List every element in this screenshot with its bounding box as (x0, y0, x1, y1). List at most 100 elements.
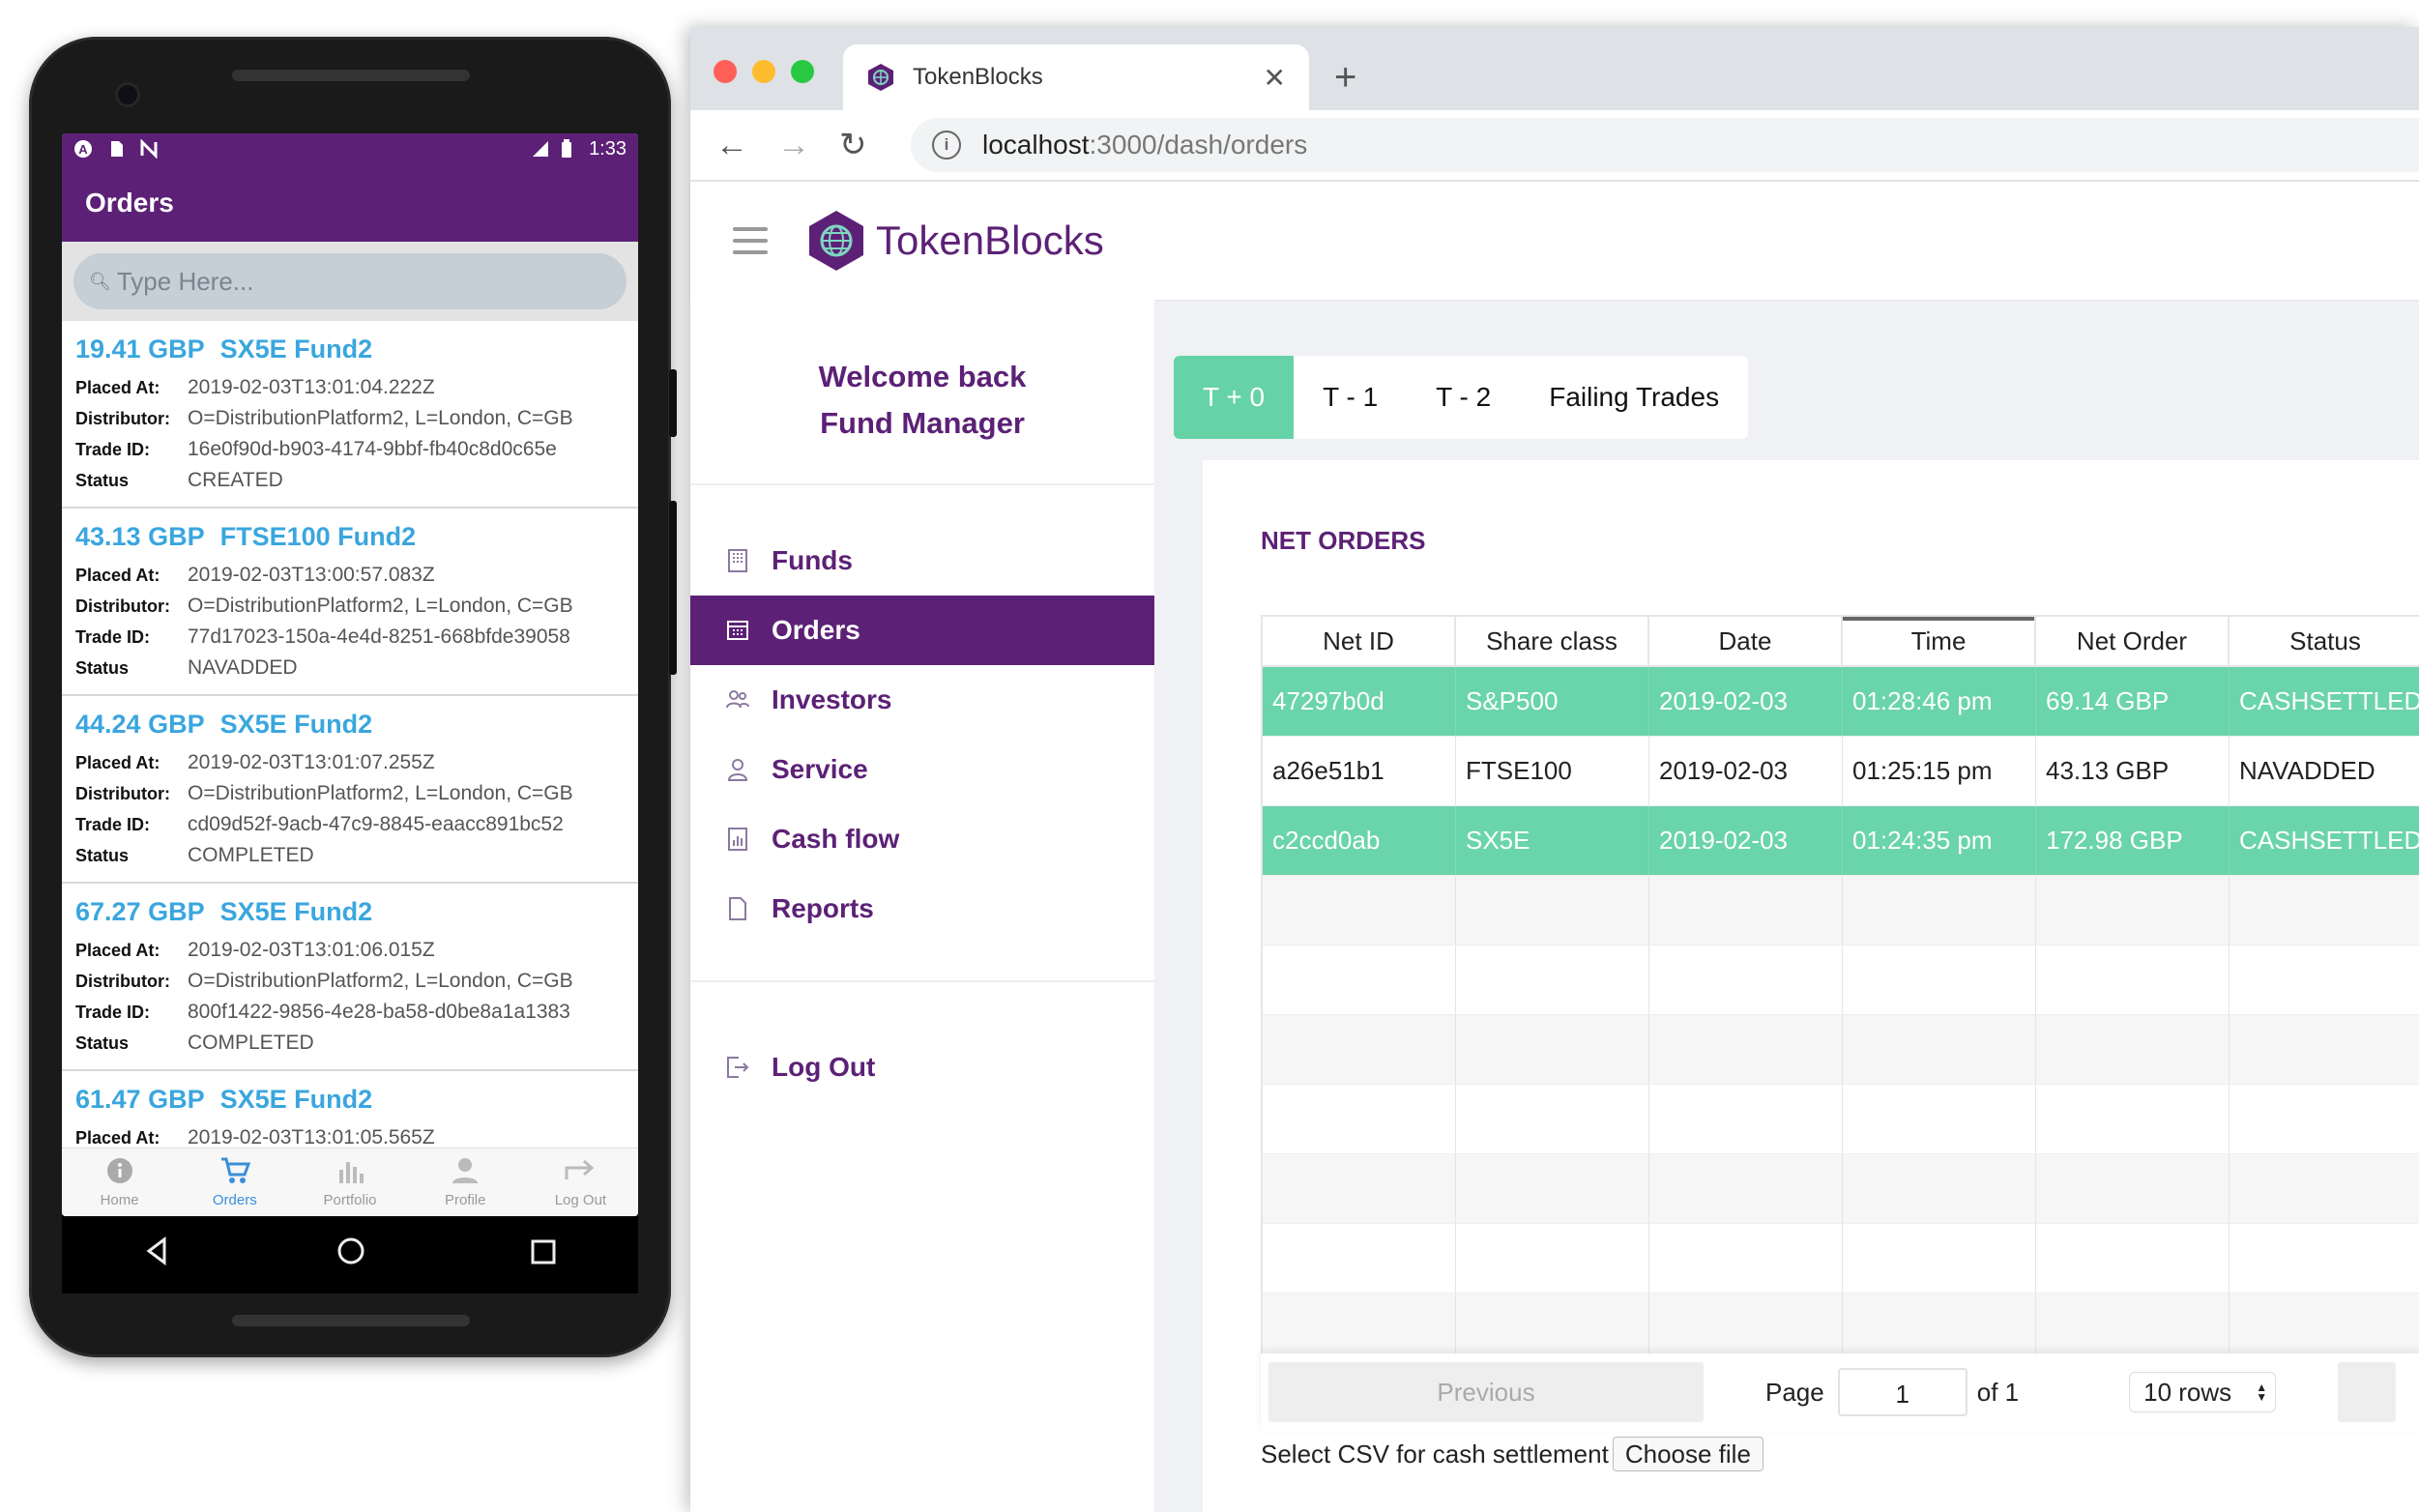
empty-cell (1843, 876, 2036, 945)
order-card[interactable]: 43.13 GBP FTSE100 Fund2 Placed At: 2019-02… (62, 509, 638, 696)
next-button[interactable] (2338, 1362, 2397, 1422)
tokenblocks-favicon-icon (866, 63, 895, 92)
bar-chart-icon (335, 1156, 364, 1192)
trade-id-value: 77d17023-150a-4e4d-8251-668bfde39058 (188, 625, 570, 648)
placed-at-value: 2019-02-03T13:01:04.222Z (188, 376, 435, 398)
table-row[interactable]: a26e51b1 FTSE100 2019-02-03 01:25:15 pm … (1263, 737, 2419, 806)
tab-failing-trades[interactable]: Failing Trades (1520, 356, 1748, 439)
sidebar-item-label: Investors (772, 684, 892, 714)
empty-cell (2036, 1294, 2230, 1362)
battery-icon (560, 139, 579, 159)
table-row[interactable]: c2ccd0ab SX5E 2019-02-03 01:24:35 pm 172… (1263, 806, 2419, 876)
site-info-icon[interactable]: i (932, 131, 961, 160)
tab-portfolio[interactable]: Portfolio (292, 1149, 407, 1216)
column-header-status[interactable]: Status (2230, 617, 2419, 665)
cell-status: NAVADDED (2230, 737, 2419, 805)
empty-table-row (1263, 1224, 2419, 1294)
close-tab-icon[interactable]: ✕ (1264, 62, 1286, 94)
sidebar-item-orders[interactable]: Orders (690, 596, 1154, 665)
main-content: T + 0 T - 1 T - 2 Failing Trades NET ORD… (1154, 300, 2419, 1512)
recents-square-icon[interactable] (530, 1236, 557, 1274)
order-fund: SX5E Fund2 (219, 897, 373, 926)
empty-cell (1456, 1154, 1649, 1223)
sidebar-item-logout[interactable]: Log Out (690, 1032, 1154, 1102)
sidebar-item-label: Funds (772, 545, 853, 575)
logout-label: Log Out (772, 1052, 876, 1082)
tab-t0[interactable]: T + 0 (1174, 356, 1295, 439)
cell-time: 01:24:35 pm (1843, 806, 2036, 875)
tab-t1[interactable]: T - 1 (1294, 356, 1407, 439)
cell-share-class: S&P500 (1456, 667, 1649, 736)
previous-button[interactable]: Previous (1268, 1362, 1704, 1422)
maximize-window-button[interactable] (791, 60, 814, 83)
order-card[interactable]: 19.41 GBP SX5E Fund2 Placed At: 2019-02-03… (62, 321, 638, 509)
column-header-time[interactable]: Time (1843, 617, 2036, 665)
welcome-line: Welcome back (818, 360, 1027, 393)
minimize-window-button[interactable] (752, 60, 775, 83)
placed-at-label: Placed At: (75, 378, 160, 397)
empty-cell (1649, 1015, 1843, 1084)
column-header-share-class[interactable]: Share class (1456, 617, 1649, 665)
tab-t2[interactable]: T - 2 (1407, 356, 1520, 439)
search-container: 🔍︎ Type Here... (62, 242, 638, 321)
trade-id-value: 800f1422-9856-4e28-ba58-d0be8a1a1383 (188, 1001, 570, 1023)
trade-id-value: cd09d52f-9acb-47c9-8845-eaacc891bc52 (188, 813, 564, 835)
column-header-date[interactable]: Date (1649, 617, 1843, 665)
empty-cell (1456, 945, 1649, 1014)
brand[interactable]: TokenBlocks (806, 209, 1104, 273)
new-tab-plus-icon[interactable]: + (1334, 56, 1356, 100)
column-header-net-id[interactable]: Net ID (1263, 617, 1456, 665)
trade-id-label: Trade ID: (75, 440, 151, 459)
order-amount: 61.47 GBP (75, 1085, 205, 1114)
hamburger-menu-icon[interactable] (733, 227, 768, 254)
empty-cell (1263, 1085, 1456, 1153)
cell-date: 2019-02-03 (1649, 806, 1843, 875)
column-header-net-order[interactable]: Net Order (2036, 617, 2230, 665)
tab-profile[interactable]: Profile (408, 1149, 523, 1216)
sidebar-item-service[interactable]: Service (690, 735, 1154, 804)
order-card[interactable]: 44.24 GBP SX5E Fund2 Placed At: 2019-02-03… (62, 696, 638, 884)
home-circle-icon[interactable] (335, 1236, 366, 1275)
rows-per-page-select[interactable]: 10 rows ▲ ▼ (2129, 1372, 2277, 1412)
empty-cell (2036, 1154, 2230, 1223)
empty-cell (2036, 1085, 2230, 1153)
window-controls (714, 60, 814, 83)
reload-icon[interactable]: ↻ (839, 126, 901, 164)
empty-cell (1843, 1015, 2036, 1084)
empty-cell (2036, 945, 2230, 1014)
page-number-input[interactable]: 1 (1837, 1368, 1967, 1416)
order-card[interactable]: 61.47 GBP SX5E Fund2 Placed At: 2019-02-03… (62, 1071, 638, 1149)
table-row[interactable]: 47297b0d S&P500 2019-02-03 01:28:46 pm 6… (1263, 667, 2419, 737)
forward-arrow-icon[interactable]: → (777, 127, 839, 164)
back-arrow-icon[interactable]: ← (715, 127, 777, 164)
cell-time: 01:28:46 pm (1843, 667, 2036, 736)
page-total: of 1 (1976, 1377, 2020, 1407)
empty-cell (1456, 876, 1649, 945)
search-input[interactable]: 🔍︎ Type Here... (73, 253, 627, 309)
tab-orders[interactable]: Orders (177, 1149, 292, 1216)
empty-table-row (1263, 1015, 2419, 1085)
distributor-label: Distributor: (75, 596, 170, 616)
url-host: localhost (982, 130, 1090, 160)
empty-cell (1649, 1085, 1843, 1153)
close-window-button[interactable] (714, 60, 737, 83)
tab-logout[interactable]: Log Out (523, 1149, 638, 1216)
back-triangle-icon[interactable] (143, 1236, 172, 1274)
document-icon (725, 896, 750, 921)
address-bar[interactable]: i localhost:3000/dash/orders (911, 118, 2419, 172)
power-button (669, 501, 677, 675)
browser-tab-active[interactable]: TokenBlocks ✕ (843, 44, 1309, 110)
sidebar-item-cash-flow[interactable]: Cash flow (690, 804, 1154, 874)
empty-cell (2036, 1015, 2230, 1084)
order-fund: SX5E Fund2 (219, 334, 373, 363)
sidebar-item-reports[interactable]: Reports (690, 874, 1154, 944)
app-bar-title: Orders (62, 164, 638, 242)
choose-file-button[interactable]: Choose file (1612, 1437, 1763, 1471)
phone-screen: A 1:33 Orders 🔍︎ Type Here... 19.41 GBP … (62, 133, 638, 1216)
sidebar-item-investors[interactable]: Investors (690, 665, 1154, 735)
status-value: COMPLETED (188, 1032, 314, 1054)
orders-list[interactable]: 19.41 GBP SX5E Fund2 Placed At: 2019-02-03… (62, 321, 638, 1149)
sidebar-item-funds[interactable]: Funds (690, 526, 1154, 596)
tab-home[interactable]: Home (62, 1149, 177, 1216)
order-card[interactable]: 67.27 GBP SX5E Fund2 Placed At: 2019-02-03… (62, 884, 638, 1071)
